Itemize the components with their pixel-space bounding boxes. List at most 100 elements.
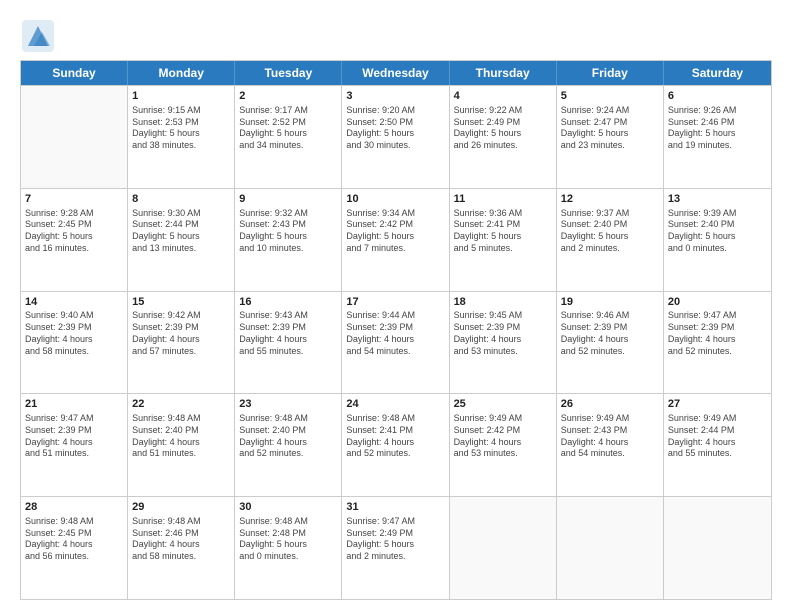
logo	[20, 18, 62, 54]
day-number: 29	[132, 500, 230, 515]
day-number: 1	[132, 89, 230, 104]
cell-info-line: Daylight: 4 hours	[132, 539, 230, 551]
cell-info-line: Sunset: 2:46 PM	[668, 117, 767, 129]
calendar-body: 1Sunrise: 9:15 AMSunset: 2:53 PMDaylight…	[21, 85, 771, 599]
calendar-cell: 31Sunrise: 9:47 AMSunset: 2:49 PMDayligh…	[342, 497, 449, 599]
cell-info-line: and 57 minutes.	[132, 346, 230, 358]
cell-info-line: Daylight: 4 hours	[239, 334, 337, 346]
cell-info-line: and 58 minutes.	[25, 346, 123, 358]
cell-info-line: Sunset: 2:52 PM	[239, 117, 337, 129]
cell-info-line: Sunset: 2:45 PM	[25, 528, 123, 540]
calendar-cell	[664, 497, 771, 599]
cell-info-line: Daylight: 4 hours	[668, 334, 767, 346]
calendar-cell: 14Sunrise: 9:40 AMSunset: 2:39 PMDayligh…	[21, 292, 128, 394]
cell-info-line: and 13 minutes.	[132, 243, 230, 255]
cell-info-line: Sunset: 2:41 PM	[454, 219, 552, 231]
cell-info-line: Daylight: 5 hours	[346, 539, 444, 551]
calendar-cell: 9Sunrise: 9:32 AMSunset: 2:43 PMDaylight…	[235, 189, 342, 291]
day-number: 12	[561, 192, 659, 207]
cell-info-line: Daylight: 4 hours	[25, 539, 123, 551]
cell-info-line: Sunrise: 9:22 AM	[454, 105, 552, 117]
cell-info-line: and 2 minutes.	[561, 243, 659, 255]
cell-info-line: and 7 minutes.	[346, 243, 444, 255]
cell-info-line: Daylight: 4 hours	[132, 334, 230, 346]
cell-info-line: Daylight: 5 hours	[239, 231, 337, 243]
cell-info-line: Sunset: 2:40 PM	[239, 425, 337, 437]
cell-info-line: Sunrise: 9:26 AM	[668, 105, 767, 117]
calendar-cell: 17Sunrise: 9:44 AMSunset: 2:39 PMDayligh…	[342, 292, 449, 394]
cell-info-line: Daylight: 4 hours	[454, 437, 552, 449]
cell-info-line: Daylight: 5 hours	[25, 231, 123, 243]
calendar-cell: 29Sunrise: 9:48 AMSunset: 2:46 PMDayligh…	[128, 497, 235, 599]
cell-info-line: Sunset: 2:45 PM	[25, 219, 123, 231]
day-number: 24	[346, 397, 444, 412]
calendar-row-3: 21Sunrise: 9:47 AMSunset: 2:39 PMDayligh…	[21, 393, 771, 496]
cell-info-line: and 0 minutes.	[668, 243, 767, 255]
cell-info-line: and 51 minutes.	[132, 448, 230, 460]
cell-info-line: Sunrise: 9:48 AM	[239, 413, 337, 425]
cell-info-line: Sunrise: 9:48 AM	[25, 516, 123, 528]
calendar-row-2: 14Sunrise: 9:40 AMSunset: 2:39 PMDayligh…	[21, 291, 771, 394]
cell-info-line: and 52 minutes.	[668, 346, 767, 358]
cell-info-line: Daylight: 5 hours	[561, 231, 659, 243]
cell-info-line: and 53 minutes.	[454, 346, 552, 358]
weekday-header-tuesday: Tuesday	[235, 61, 342, 85]
weekday-header-sunday: Sunday	[21, 61, 128, 85]
cell-info-line: Daylight: 5 hours	[561, 128, 659, 140]
calendar-cell: 4Sunrise: 9:22 AMSunset: 2:49 PMDaylight…	[450, 86, 557, 188]
cell-info-line: Daylight: 5 hours	[346, 231, 444, 243]
cell-info-line: Sunrise: 9:17 AM	[239, 105, 337, 117]
cell-info-line: and 55 minutes.	[668, 448, 767, 460]
cell-info-line: Daylight: 5 hours	[132, 128, 230, 140]
day-number: 14	[25, 295, 123, 310]
cell-info-line: Sunrise: 9:20 AM	[346, 105, 444, 117]
cell-info-line: Daylight: 5 hours	[239, 128, 337, 140]
day-number: 6	[668, 89, 767, 104]
day-number: 17	[346, 295, 444, 310]
page: SundayMondayTuesdayWednesdayThursdayFrid…	[0, 0, 792, 612]
day-number: 20	[668, 295, 767, 310]
cell-info-line: Sunset: 2:39 PM	[132, 322, 230, 334]
cell-info-line: Daylight: 4 hours	[454, 334, 552, 346]
cell-info-line: and 5 minutes.	[454, 243, 552, 255]
cell-info-line: Daylight: 4 hours	[25, 437, 123, 449]
calendar-cell: 23Sunrise: 9:48 AMSunset: 2:40 PMDayligh…	[235, 394, 342, 496]
cell-info-line: Sunrise: 9:48 AM	[132, 516, 230, 528]
cell-info-line: Sunset: 2:40 PM	[668, 219, 767, 231]
cell-info-line: Sunrise: 9:49 AM	[668, 413, 767, 425]
cell-info-line: Sunrise: 9:30 AM	[132, 208, 230, 220]
cell-info-line: Sunset: 2:44 PM	[668, 425, 767, 437]
cell-info-line: and 51 minutes.	[25, 448, 123, 460]
calendar-cell: 8Sunrise: 9:30 AMSunset: 2:44 PMDaylight…	[128, 189, 235, 291]
header	[20, 18, 772, 54]
calendar-cell: 18Sunrise: 9:45 AMSunset: 2:39 PMDayligh…	[450, 292, 557, 394]
cell-info-line: Sunrise: 9:44 AM	[346, 310, 444, 322]
day-number: 8	[132, 192, 230, 207]
cell-info-line: Sunset: 2:40 PM	[132, 425, 230, 437]
calendar-cell: 13Sunrise: 9:39 AMSunset: 2:40 PMDayligh…	[664, 189, 771, 291]
cell-info-line: and 26 minutes.	[454, 140, 552, 152]
cell-info-line: Sunset: 2:43 PM	[239, 219, 337, 231]
weekday-header-saturday: Saturday	[664, 61, 771, 85]
day-number: 28	[25, 500, 123, 515]
weekday-header-friday: Friday	[557, 61, 664, 85]
cell-info-line: Sunrise: 9:32 AM	[239, 208, 337, 220]
cell-info-line: Sunset: 2:46 PM	[132, 528, 230, 540]
cell-info-line: Sunset: 2:39 PM	[25, 425, 123, 437]
cell-info-line: and 56 minutes.	[25, 551, 123, 563]
day-number: 10	[346, 192, 444, 207]
calendar-cell: 16Sunrise: 9:43 AMSunset: 2:39 PMDayligh…	[235, 292, 342, 394]
calendar-cell: 22Sunrise: 9:48 AMSunset: 2:40 PMDayligh…	[128, 394, 235, 496]
cell-info-line: Daylight: 5 hours	[668, 231, 767, 243]
cell-info-line: and 10 minutes.	[239, 243, 337, 255]
day-number: 15	[132, 295, 230, 310]
day-number: 5	[561, 89, 659, 104]
day-number: 7	[25, 192, 123, 207]
cell-info-line: Sunrise: 9:47 AM	[668, 310, 767, 322]
cell-info-line: and 52 minutes.	[239, 448, 337, 460]
cell-info-line: Sunrise: 9:15 AM	[132, 105, 230, 117]
cell-info-line: Sunrise: 9:42 AM	[132, 310, 230, 322]
calendar-cell: 21Sunrise: 9:47 AMSunset: 2:39 PMDayligh…	[21, 394, 128, 496]
day-number: 31	[346, 500, 444, 515]
day-number: 11	[454, 192, 552, 207]
